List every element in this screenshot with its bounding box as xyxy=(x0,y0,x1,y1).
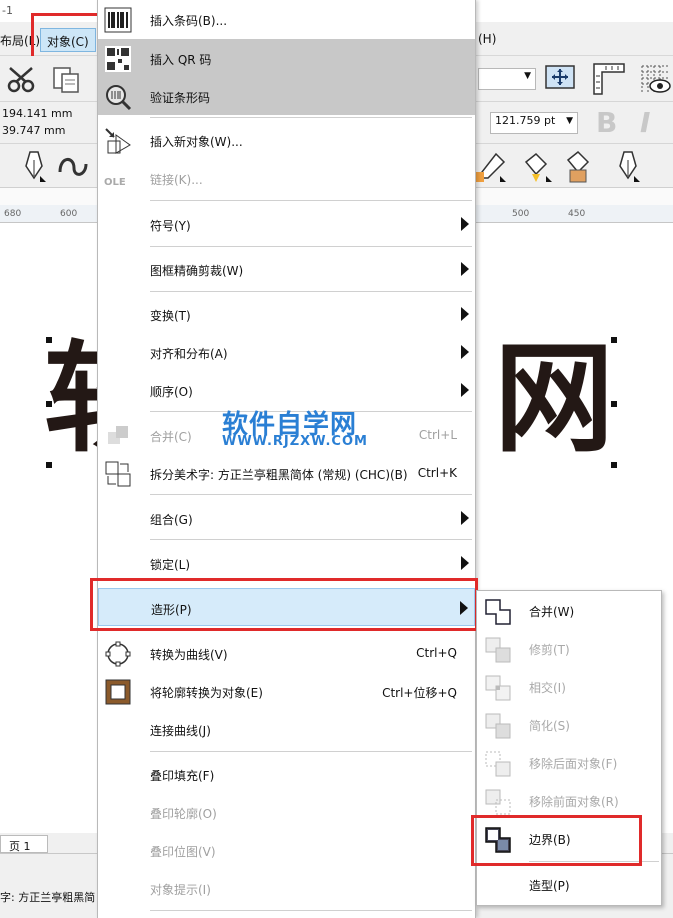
scissors-icon[interactable] xyxy=(6,66,38,94)
submenu-arrow-icon xyxy=(461,262,469,276)
ruler-tick-680: 680 xyxy=(4,209,22,219)
selection-handle[interactable] xyxy=(611,462,617,468)
submenu-item-intersect[interactable]: 相交(I) xyxy=(477,667,661,705)
font-size-field[interactable]: 121.759 pt ▼ xyxy=(490,112,578,134)
combine-icon xyxy=(108,426,128,444)
menu-item-transform[interactable]: 变换(T) xyxy=(98,295,475,333)
ruler-tick-500: 500 xyxy=(512,209,530,219)
window-title: -1 xyxy=(2,4,13,17)
artistic-text-right: 网 xyxy=(494,330,614,469)
grid-view-icon[interactable] xyxy=(638,62,672,96)
menu-separator xyxy=(150,117,472,118)
chevron-down-icon: ▼ xyxy=(566,116,573,126)
convert-curves-icon xyxy=(105,641,131,667)
selection-handle[interactable] xyxy=(611,337,617,343)
insert-object-icon xyxy=(105,128,131,154)
menu-item-break-apart[interactable]: 拆分美术字: 方正兰亭粗黑简体 (常规) (CHC)(B) Ctrl+K xyxy=(98,454,475,492)
italic-icon[interactable]: I xyxy=(640,106,650,139)
ole-link-icon: OLE xyxy=(104,177,126,188)
menu-item-align[interactable]: 对齐和分布(A) xyxy=(98,333,475,371)
outline-pen-icon[interactable] xyxy=(614,150,644,184)
submenu-item-front-minus-back[interactable]: 移除前面对象(R) xyxy=(477,781,661,819)
qr-code-icon xyxy=(105,46,131,72)
intersect-icon xyxy=(485,675,511,701)
magnifier-barcode-icon xyxy=(106,85,132,111)
menu-separator xyxy=(150,291,472,292)
boundary-red-outline xyxy=(471,815,642,866)
y-position-field[interactable]: 39.747 mm xyxy=(0,123,90,140)
curve-tool-icon[interactable] xyxy=(56,152,90,182)
ruler-tick-600: 600 xyxy=(60,209,78,219)
menu-item-overprint-bitmap[interactable]: 叠印位图(V) xyxy=(98,831,475,869)
full-screen-preview-icon[interactable] xyxy=(544,64,576,94)
watermark-url: WWW.RJZXW.COM xyxy=(222,434,368,449)
submenu-item-back-minus-front[interactable]: 移除后面对象(F) xyxy=(477,743,661,781)
menu-separator xyxy=(150,751,472,752)
menu-help[interactable]: (H) xyxy=(478,32,496,46)
submenu-item-weld[interactable]: 合并(W) xyxy=(477,591,661,629)
menu-item-insert-barcode[interactable]: 插入条码(B)... xyxy=(98,0,475,38)
paint-bucket-icon[interactable] xyxy=(518,150,554,184)
back-minus-front-icon xyxy=(485,751,511,777)
selection-handle[interactable] xyxy=(46,401,52,407)
submenu-arrow-icon xyxy=(461,556,469,570)
submenu-arrow-icon xyxy=(461,217,469,231)
menu-item-insert-qr[interactable]: 插入 QR 码 xyxy=(98,39,475,77)
barcode-icon xyxy=(104,7,132,33)
outline-to-object-icon xyxy=(105,679,131,705)
simplify-icon xyxy=(485,713,511,739)
ruler-tick-450: 450 xyxy=(568,209,586,219)
break-apart-icon xyxy=(105,461,131,487)
submenu-item-shaping[interactable]: 造型(P) xyxy=(477,865,661,903)
submenu-arrow-icon xyxy=(461,383,469,397)
menu-item-verify-barcode[interactable]: 验证条形码 xyxy=(98,77,475,115)
pen-tool-icon[interactable] xyxy=(20,150,50,184)
menu-item-lock[interactable]: 锁定(L) xyxy=(98,544,475,582)
submenu-item-simplify[interactable]: 简化(S) xyxy=(477,705,661,743)
bold-icon[interactable]: B xyxy=(596,106,617,139)
menu-item-convert-to-curves[interactable]: 转换为曲线(V) Ctrl+Q xyxy=(98,634,475,672)
menu-item-convert-outline[interactable]: 将轮廓转换为对象(E) Ctrl+位移+Q xyxy=(98,672,475,710)
trim-icon xyxy=(485,637,511,663)
page-tab[interactable]: 页 1 xyxy=(0,835,48,853)
zoom-dropdown[interactable]: ▼ xyxy=(478,68,536,90)
menu-separator xyxy=(150,539,472,540)
shaping-red-outline xyxy=(90,578,478,631)
menu-separator xyxy=(150,246,472,247)
menu-item-overprint-fill[interactable]: 叠印填充(F) xyxy=(98,755,475,793)
menu-separator xyxy=(150,200,472,201)
x-position-field[interactable]: 194.141 mm xyxy=(0,106,90,123)
submenu-item-trim[interactable]: 修剪(T) xyxy=(477,629,661,667)
font-size-value: 121.759 pt xyxy=(495,114,556,127)
menu-item-powerclip[interactable]: 图框精确剪裁(W) xyxy=(98,250,475,288)
menu-item-object-hints[interactable]: 对象提示(I) xyxy=(98,869,475,907)
menu-item-connect-curves[interactable]: 连接曲线(J) xyxy=(98,710,475,748)
submenu-arrow-icon xyxy=(461,511,469,525)
weld-icon xyxy=(485,599,511,625)
menu-separator xyxy=(150,494,472,495)
submenu-arrow-icon xyxy=(461,345,469,359)
menu-item-symbol[interactable]: 符号(Y) xyxy=(98,205,475,243)
menu-item-overprint-outline[interactable]: 叠印轮廓(O) xyxy=(98,793,475,831)
menu-item-insert-new-object[interactable]: 插入新对象(W)... xyxy=(98,121,475,159)
interactive-fill-icon[interactable] xyxy=(560,150,596,184)
object-menu: 插入条码(B)... 插入 QR 码 验证条形码 插入新对象(W)... OLE… xyxy=(97,0,476,918)
menu-separator xyxy=(150,910,472,911)
submenu-arrow-icon xyxy=(461,307,469,321)
eyedropper-icon[interactable] xyxy=(474,150,510,184)
menu-item-group[interactable]: 组合(G) xyxy=(98,499,475,537)
selection-handle[interactable] xyxy=(46,337,52,343)
menu-item-links[interactable]: OLE 链接(K)... xyxy=(98,159,475,197)
selection-handle[interactable] xyxy=(611,401,617,407)
copy-icon[interactable] xyxy=(52,66,82,94)
status-font-info: 字: 方正兰亭粗黑简 xyxy=(0,891,96,904)
selection-handle[interactable] xyxy=(46,462,52,468)
front-minus-back-icon xyxy=(485,789,511,815)
rulers-icon[interactable] xyxy=(592,62,626,96)
